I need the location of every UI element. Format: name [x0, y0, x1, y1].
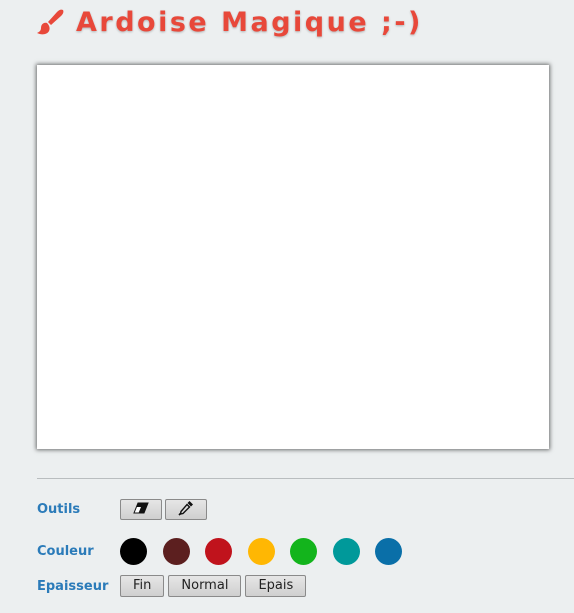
color-swatch[interactable]: [290, 537, 317, 565]
eraser-button[interactable]: [120, 498, 162, 520]
eyedropper-icon: [178, 500, 194, 519]
thickness-label: Epaisseur: [37, 578, 109, 594]
color-swatch[interactable]: [120, 537, 147, 565]
divider: [37, 478, 574, 479]
color-swatches: [120, 537, 418, 565]
drawing-canvas[interactable]: [37, 65, 549, 449]
color-picker-button[interactable]: [165, 498, 207, 520]
app-title: Ardoise Magique ;-): [76, 6, 423, 38]
colors-label: Couleur: [37, 543, 94, 559]
tools-row: Outils: [37, 495, 210, 523]
color-swatch[interactable]: [247, 537, 275, 565]
color-swatch[interactable]: [205, 537, 232, 565]
thickness-fin-button[interactable]: Fin: [120, 575, 165, 597]
eraser-icon: [132, 502, 150, 517]
thickness-normal-button[interactable]: Normal: [168, 575, 242, 597]
color-swatch[interactable]: [332, 537, 360, 565]
app-header: Ardoise Magique ;-): [36, 4, 423, 40]
thickness-epais-button[interactable]: Epais: [245, 575, 307, 597]
drawing-app: Ardoise Magique ;-) Outils Couleur Epais…: [0, 0, 574, 613]
tools-label: Outils: [37, 501, 81, 517]
colors-row: Couleur: [37, 537, 418, 565]
thickness-row: Epaisseur Fin Normal Epais: [37, 572, 310, 600]
color-swatch[interactable]: [162, 537, 190, 565]
paintbrush-icon: [36, 7, 66, 37]
color-swatch[interactable]: [375, 537, 402, 565]
